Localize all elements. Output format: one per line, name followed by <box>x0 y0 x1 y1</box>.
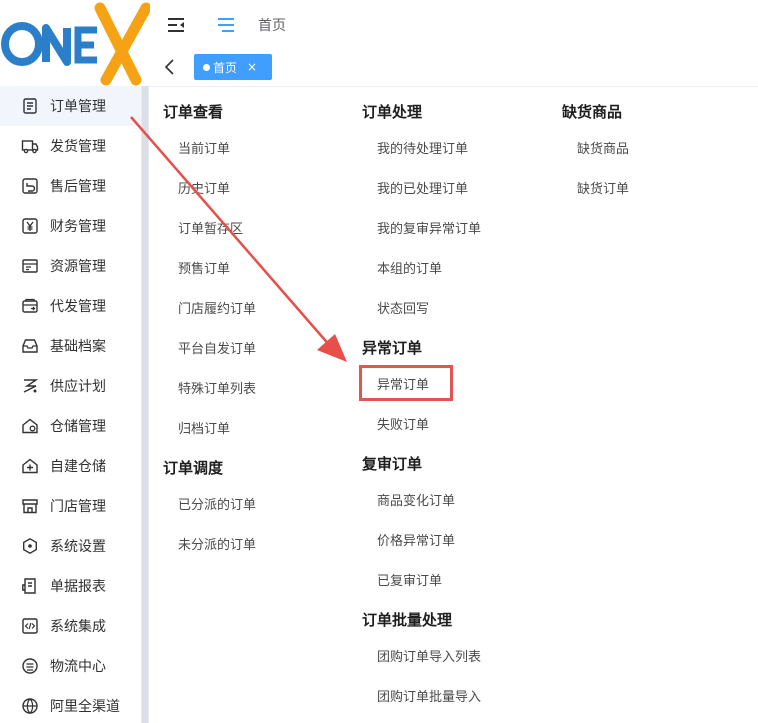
group-title-batch-processing: 订单批量处理 <box>362 611 453 629</box>
code-icon <box>22 618 38 634</box>
menu-link-price-exception[interactable]: 价格异常订单 <box>377 530 455 549</box>
group-title-out-of-stock: 缺货商品 <box>562 103 623 121</box>
sidebar-item-label: 系统集成 <box>50 619 106 635</box>
menu-link-reviewed[interactable]: 已复审订单 <box>377 570 442 589</box>
plan-icon <box>23 379 39 393</box>
menu-link-undispatched[interactable]: 未分派的订单 <box>178 534 256 553</box>
sidebar-item-supply-plan[interactable]: 供应计划 <box>0 366 141 406</box>
group-title-order-view: 订单查看 <box>163 103 224 121</box>
menu-list-icon[interactable] <box>216 14 236 36</box>
sidebar-item-label: 供应计划 <box>50 379 106 395</box>
menu-link-group-buy-import-list[interactable]: 团购订单导入列表 <box>377 646 481 665</box>
menu-link-status-writeback[interactable]: 状态回写 <box>377 298 429 317</box>
tab-home[interactable]: 首页 × <box>194 54 272 80</box>
return-icon <box>22 178 38 194</box>
archive-icon <box>22 339 38 353</box>
group-title-review-orders: 复审订单 <box>362 455 423 473</box>
group-title-exception-orders: 异常订单 <box>362 339 423 357</box>
menu-link-group-buy-batch-import[interactable]: 团购订单批量导入 <box>377 686 481 705</box>
sidebar-item-label: 基础档案 <box>50 339 106 355</box>
sidebar-item-logistics[interactable]: 物流中心 <box>0 646 141 686</box>
menu-link-current-orders[interactable]: 当前订单 <box>178 138 230 157</box>
store-icon <box>22 499 38 514</box>
close-icon[interactable]: × <box>247 61 257 73</box>
menu-link-platform-self-ship[interactable]: 平台自发订单 <box>178 338 256 357</box>
sidebar-item-warehouse[interactable]: 仓储管理 <box>0 406 141 446</box>
group-title-order-dispatch: 订单调度 <box>163 459 224 477</box>
sidebar-item-self-warehouse[interactable]: 自建仓储 <box>0 446 141 486</box>
sidebar-item-label: 门店管理 <box>50 499 106 515</box>
menu-link-my-processed[interactable]: 我的已处理订单 <box>377 178 468 197</box>
breadcrumb-home[interactable]: 首页 <box>258 15 286 35</box>
sidebar-item-order[interactable]: 订单管理 <box>0 86 141 126</box>
sidebar-item-integration[interactable]: 系统集成 <box>0 606 141 646</box>
menu-link-product-change[interactable]: 商品变化订单 <box>377 490 455 509</box>
active-dot-icon <box>203 63 210 71</box>
settings-icon <box>23 537 37 555</box>
truck-icon <box>21 140 39 154</box>
menu-link-dispatched[interactable]: 已分派的订单 <box>178 494 256 513</box>
sidebar-item-report[interactable]: 单据报表 <box>0 566 141 606</box>
warehouse-icon <box>22 418 38 434</box>
highlight-box <box>359 365 453 401</box>
sidebar-item-ali-channel[interactable]: 阿里全渠道 <box>0 686 141 723</box>
group-title-order-processing: 订单处理 <box>362 103 423 121</box>
sidebar-item-shipping[interactable]: 发货管理 <box>0 126 141 166</box>
menu-link-archived-orders[interactable]: 归档订单 <box>178 418 230 437</box>
menu-link-group-orders[interactable]: 本组的订单 <box>377 258 442 277</box>
sidebar-item-resource[interactable]: 资源管理 <box>0 246 141 286</box>
chevron-left-icon[interactable] <box>162 57 178 77</box>
sidebar-item-label: 阿里全渠道 <box>50 699 120 715</box>
sidebar-item-proxy[interactable]: 代发管理 <box>0 286 141 326</box>
sidebar-item-label: 资源管理 <box>50 259 106 275</box>
resource-icon <box>22 259 38 273</box>
sidebar-item-label: 订单管理 <box>50 99 106 115</box>
sidebar-item-settings[interactable]: 系统设置 <box>0 526 141 566</box>
menu-link-special-orders[interactable]: 特殊订单列表 <box>178 378 256 397</box>
menu-link-my-pending[interactable]: 我的待处理订单 <box>377 138 468 157</box>
menu-link-my-review-exception[interactable]: 我的复审异常订单 <box>377 218 481 237</box>
sidebar-item-label: 代发管理 <box>50 299 106 315</box>
order-icon <box>23 98 37 114</box>
proxy-icon <box>22 298 38 313</box>
sidebar-item-label: 系统设置 <box>50 539 106 555</box>
menu-link-oos-orders[interactable]: 缺货订单 <box>577 178 629 197</box>
top-header: 首页 <box>150 0 758 50</box>
sidebar-item-label: 物流中心 <box>50 659 106 675</box>
sidebar-item-finance[interactable]: 财务管理 <box>0 206 141 246</box>
sidebar-item-archive[interactable]: 基础档案 <box>0 326 141 366</box>
sidebar-item-label: 单据报表 <box>50 579 106 595</box>
yen-icon <box>22 218 38 234</box>
menu-link-history-orders[interactable]: 历史订单 <box>178 178 230 197</box>
sidebar-item-label: 售后管理 <box>50 179 106 195</box>
home-plus-icon <box>22 458 38 474</box>
menu-link-store-fulfillment[interactable]: 门店履约订单 <box>178 298 256 317</box>
menu-link-order-staging[interactable]: 订单暂存区 <box>178 218 243 237</box>
menu-fold-icon[interactable] <box>166 14 186 36</box>
sidebar-item-label: 财务管理 <box>50 219 106 235</box>
logistics-icon <box>22 658 38 674</box>
globe-icon <box>22 698 38 714</box>
sidebar-item-label: 自建仓储 <box>50 459 106 475</box>
sidebar: 订单管理 发货管理 售后管理 财务管理 资源管理 代发管理 基础档案 供应计划 … <box>0 86 141 723</box>
sidebar-item-aftersale[interactable]: 售后管理 <box>0 166 141 206</box>
tab-home-label: 首页 <box>213 60 238 75</box>
menu-link-presale-orders[interactable]: 预售订单 <box>178 258 230 277</box>
menu-link-oos-products[interactable]: 缺货商品 <box>577 138 629 157</box>
tags-bar: 首页 × <box>150 50 758 86</box>
sidebar-item-store[interactable]: 门店管理 <box>0 486 141 526</box>
sidebar-scrollbar[interactable] <box>141 86 148 723</box>
menu-link-failed-orders[interactable]: 失败订单 <box>377 414 429 433</box>
sidebar-item-label: 发货管理 <box>50 139 106 155</box>
report-icon <box>22 578 36 594</box>
onex-logo <box>0 0 152 86</box>
sidebar-item-label: 仓储管理 <box>50 419 106 435</box>
